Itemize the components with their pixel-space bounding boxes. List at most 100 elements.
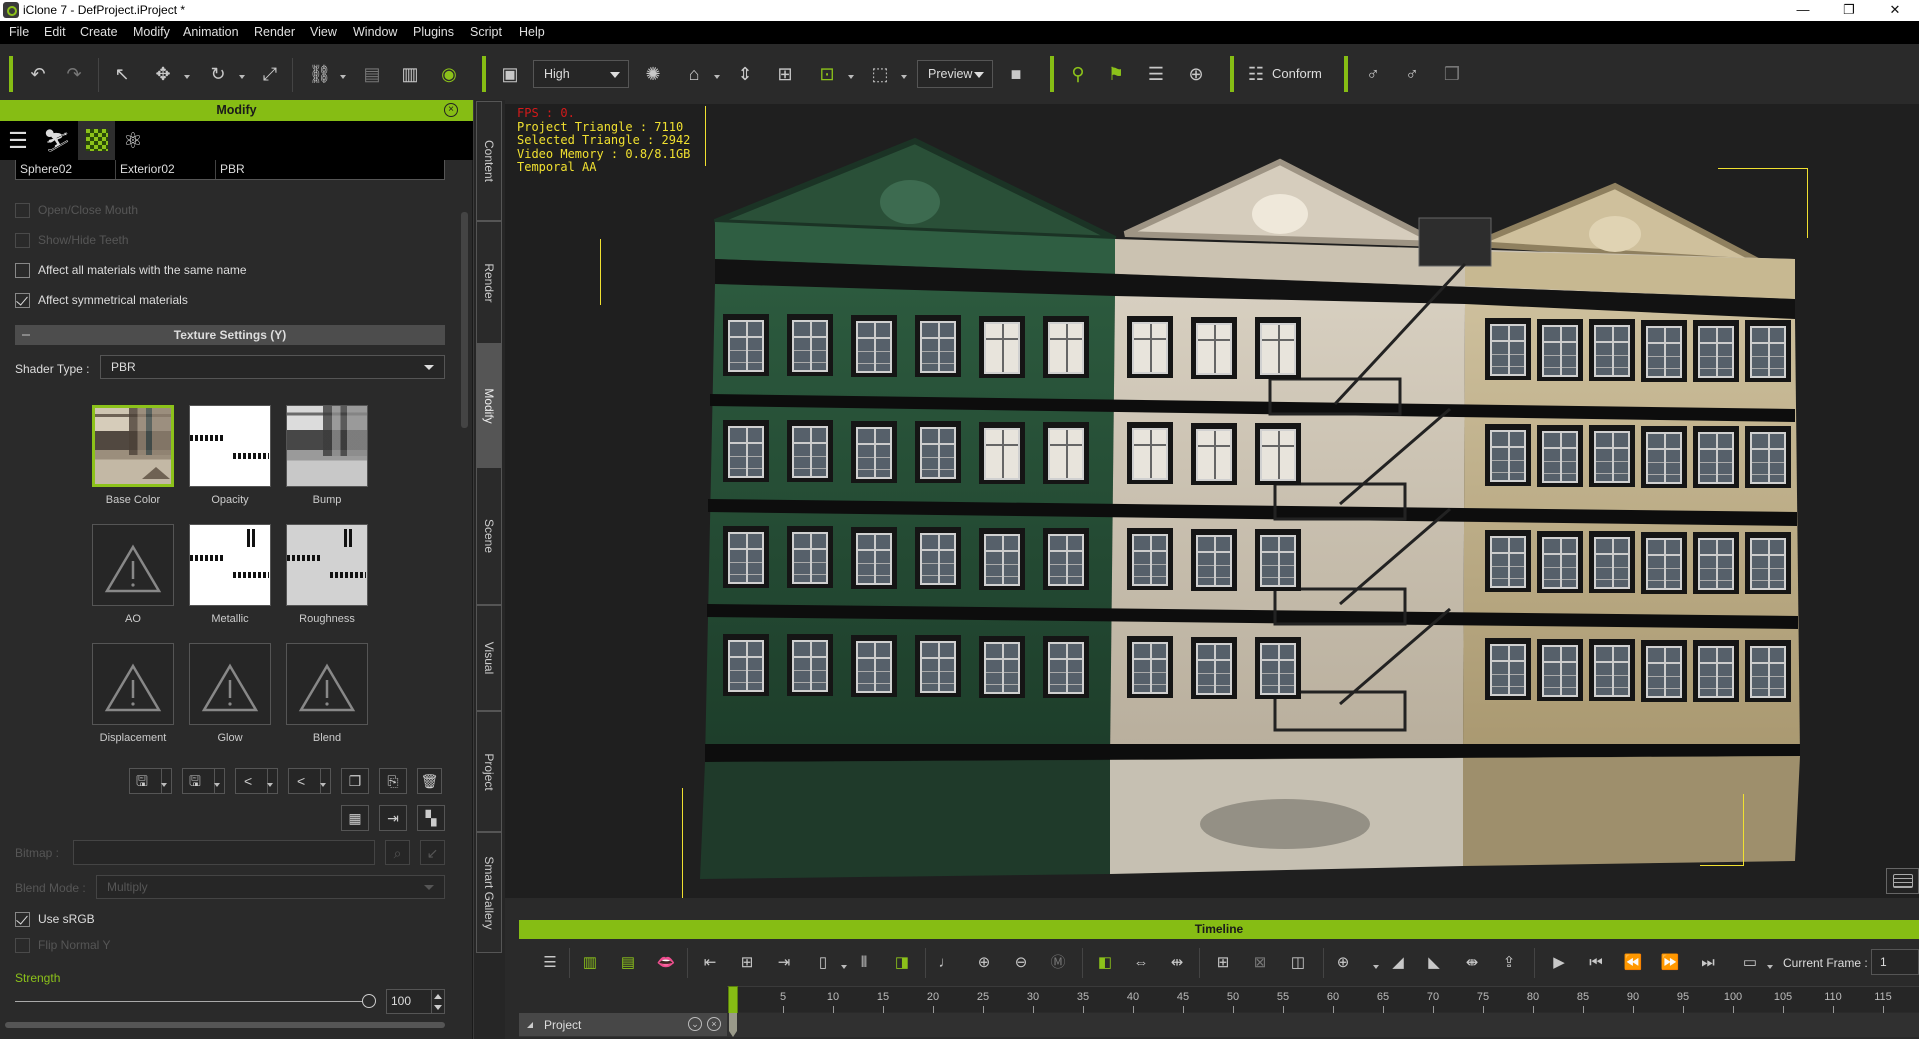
add-frame-icon[interactable]: ⊞ [1212,952,1234,974]
bitmap-path-field[interactable] [73,840,375,865]
copy-texture-button[interactable]: ❐ [341,768,369,794]
paste-texture-button[interactable]: ⎘ [379,768,407,794]
go-to-start-icon[interactable]: ⏮ [1585,952,1607,974]
lips-track-icon[interactable]: 👄 [655,952,677,974]
strength-slider-track[interactable] [15,1001,370,1002]
checkbox-box[interactable] [15,292,30,308]
expand-triangle-icon[interactable] [527,1022,533,1028]
next-frame-icon[interactable]: ⏩ [1659,952,1681,974]
collapse-track-icon[interactable]: ⌄ [688,1017,702,1031]
tab-render[interactable]: Render [476,221,502,344]
shader-type-dropdown[interactable]: PBR [100,355,445,379]
texture-slot-ao[interactable] [92,524,174,606]
cubes-icon[interactable]: ❒ [1440,62,1464,86]
move-icon[interactable]: ✥ [151,62,175,86]
go-to-end-icon[interactable]: ⏭ [1697,952,1719,974]
tab-modify[interactable]: Modify [476,344,502,467]
sliders-icon[interactable]: ☰ [0,121,36,160]
close-panel-icon[interactable]: × [444,103,458,117]
clip-document-icon[interactable]: ▯ [812,952,834,974]
export-range-icon[interactable]: ⇪ [1498,952,1520,974]
track-list-icon[interactable]: ☰ [539,952,561,974]
fit-range-icon[interactable]: ⇔ [1130,952,1152,974]
menu-render[interactable]: Render [254,25,295,39]
texture-slot-roughness[interactable] [286,524,368,606]
select-icon[interactable]: ↖ [110,62,134,86]
menu-modify[interactable]: Modify [133,25,170,39]
add-range-icon[interactable]: ◧ [1094,952,1116,974]
trim-left-icon[interactable]: ◢ [1387,952,1409,974]
affect-same-name-checkbox[interactable]: Affect all materials with the same name [15,262,247,278]
building-model[interactable] [505,104,1919,898]
tab-visual[interactable]: Visual [476,605,502,711]
menu-window[interactable]: Window [353,25,397,39]
light-icon[interactable]: ✺ [641,62,665,86]
menu-script[interactable]: Script [470,25,502,39]
fit-all-icon[interactable]: ⊞ [773,62,797,86]
motion-key-icon[interactable]: ⚲ [1066,62,1090,86]
panel-horizontal-scrollbar[interactable] [5,1022,445,1028]
flag-icon[interactable]: ⚑ [1104,62,1128,86]
insert-key-icon[interactable]: ⊞ [736,952,758,974]
loop-dropdown-caret[interactable] [1767,965,1773,969]
conform-icon[interactable]: ☷ [1244,62,1268,86]
material-table-row[interactable]: Sphere02 Exterior02 PBR [15,160,445,180]
timeline-ruler[interactable]: 5 10 15 20 25 30 35 40 45 50 55 60 65 70 75 80 85 90 95 100… [727,986,1919,1013]
texture-slot-glow[interactable] [189,643,271,725]
current-frame-input[interactable]: 1 [1871,949,1919,975]
tab-content[interactable]: Content [476,101,502,221]
launch-editor-button[interactable]: ⇥ [379,805,407,831]
menu-help[interactable]: Help [519,25,545,39]
rotate-dropdown-caret[interactable] [239,75,245,79]
texture-slot-metallic[interactable] [189,524,271,606]
material-checker-icon[interactable] [78,121,115,160]
next-key-icon[interactable]: ⇥ [773,952,795,974]
visibility-eye-icon[interactable]: ◉ [437,62,461,86]
align-right-icon[interactable]: ▥ [398,62,422,86]
loop-mode-icon[interactable]: ▭ [1739,952,1761,974]
previous-frame-icon[interactable]: ⏪ [1622,952,1644,974]
3d-viewport[interactable]: FPS : 0. Project Triangle : 7110 Selecte… [505,104,1919,898]
home-dropdown-caret[interactable] [714,75,720,79]
share-all-button[interactable]: < [288,768,331,794]
tab-smart-gallery[interactable]: Smart Gallery [476,832,502,953]
panel-vertical-scrollbar[interactable] [461,212,468,428]
trim-right-icon[interactable]: ◣ [1423,952,1445,974]
render-mode-select[interactable]: Preview [917,60,993,88]
minimize-button[interactable]: — [1780,0,1826,21]
add-transition-key-icon[interactable]: ▤ [617,952,639,974]
strength-spinner[interactable] [431,989,445,1014]
clip-dropdown-caret[interactable] [841,965,847,969]
menu-file[interactable]: File [9,25,29,39]
channel-toggle-button[interactable]: ▚ [417,805,445,831]
checkbox-box[interactable] [15,262,30,278]
frame-marker-icon[interactable]: ◫ [1287,952,1309,974]
checkbox-box[interactable] [15,911,30,927]
bounding-box-icon[interactable]: ⬚ [868,62,892,86]
show-hide-teeth-checkbox[interactable]: Show/Hide Teeth [15,232,129,248]
split-clip-icon[interactable]: ⫴ [853,952,875,974]
motion-icon[interactable]: ⛷ [39,121,75,160]
texture-slot-displacement[interactable] [92,643,174,725]
fit-timeline-icon[interactable]: ⇼ [1461,952,1483,974]
link-icon[interactable]: ⛓ [308,62,332,86]
bbox-dropdown-caret[interactable] [901,75,907,79]
gizmo-icon[interactable]: ⊡ [815,62,839,86]
scale-icon[interactable]: ⤢ [258,62,282,86]
strength-slider-thumb[interactable] [362,994,376,1008]
play-icon[interactable]: ▶ [1548,952,1570,974]
import-bitmap-button[interactable]: ↙ [420,840,445,865]
pin-icon[interactable]: ⊕ [1184,62,1208,86]
texture-slot-opacity[interactable] [189,405,271,487]
lip-options-icon[interactable]: ⊖ [1010,952,1032,974]
rotate-icon[interactable]: ↻ [206,62,230,86]
checkbox-box[interactable] [15,232,30,248]
save-texture-button[interactable]: 🖫 [129,768,172,794]
affect-symmetrical-checkbox[interactable]: Affect symmetrical materials [15,292,188,308]
feedback-chat-button[interactable] [1886,868,1919,894]
view-layout-icon[interactable]: ▣ [498,62,522,86]
home-camera-icon[interactable]: ⌂ [682,62,706,86]
playhead-handle[interactable] [728,986,738,1016]
zoom-dropdown-caret[interactable] [1373,965,1379,969]
clip-range-icon[interactable]: ◨ [891,952,913,974]
